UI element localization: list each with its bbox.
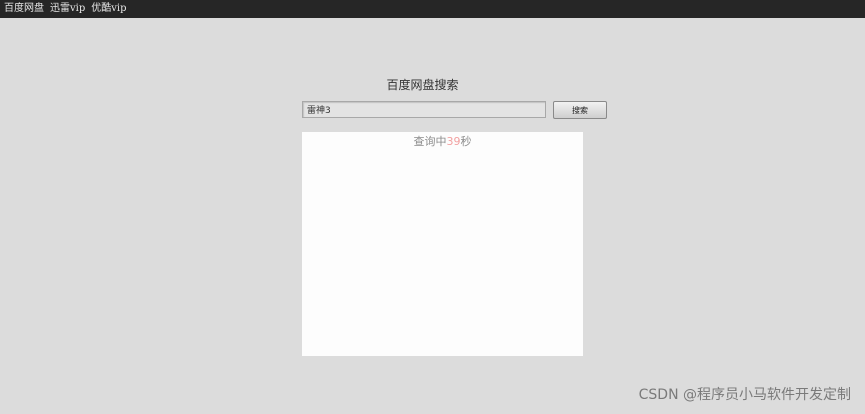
nav-link-xunlei-vip[interactable]: 迅雷vip	[50, 0, 85, 18]
results-panel: 查询中39秒	[302, 132, 583, 356]
watermark: CSDN @程序员小马软件开发定制	[638, 387, 851, 403]
nav-link-baidu-pan[interactable]: 百度网盘	[4, 0, 44, 18]
nav-link-youku-vip[interactable]: 优酷vip	[91, 0, 126, 18]
search-button[interactable]: 搜索	[553, 101, 607, 119]
query-status: 查询中39秒	[302, 133, 583, 149]
status-suffix: 秒	[460, 135, 472, 148]
status-prefix: 查询中	[413, 135, 447, 148]
status-count: 39	[446, 135, 461, 148]
page-title: 百度网盘搜索	[386, 78, 459, 92]
search-input[interactable]	[302, 101, 546, 118]
top-nav-bar: 百度网盘 迅雷vip 优酷vip	[0, 0, 865, 18]
